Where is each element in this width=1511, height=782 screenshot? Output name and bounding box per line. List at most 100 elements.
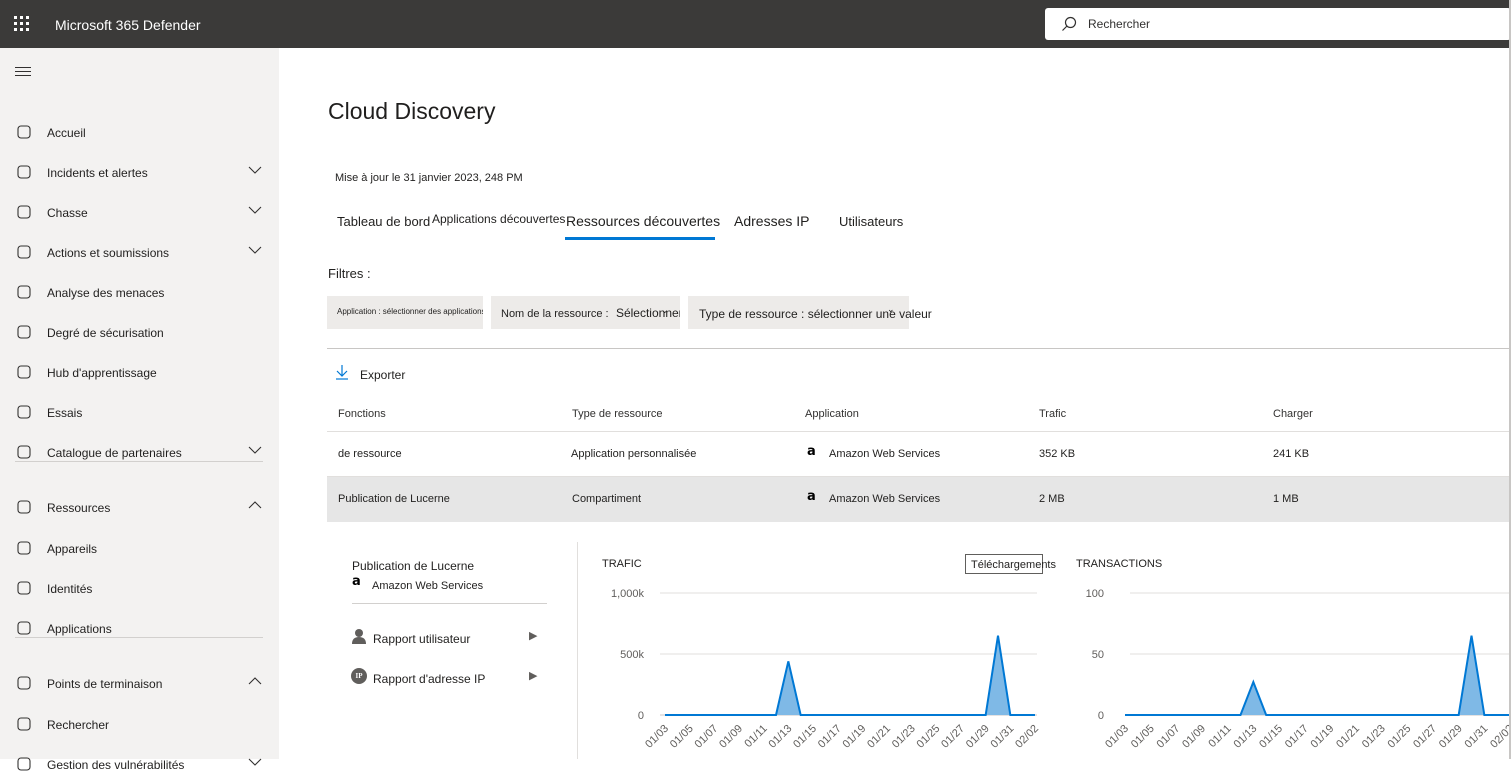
traffic-metric-dropdown[interactable]: Téléchargements [965, 554, 1043, 574]
x-tick-label: 02/02 [1488, 723, 1511, 751]
sidebar-item-label: Points de terminaison [47, 677, 162, 691]
chevron-down-icon[interactable] [248, 245, 262, 255]
x-tick-label: 02/02 [1013, 723, 1041, 751]
filter-resource-name[interactable]: Nom de la ressource : Sélectionner⌄ [491, 296, 680, 329]
ip-report-link[interactable]: IP Rapport d'adresse IP ▶ [351, 668, 541, 688]
cell-name: de ressource [338, 448, 402, 460]
traffic-chart: 0500k1,000k01/0301/0501/0701/0901/1101/1… [600, 580, 1050, 759]
table-row-selected[interactable]: Publication de Lucerne Compartiment a Am… [327, 477, 1511, 522]
tab-dashboard[interactable]: Tableau de bord [337, 214, 430, 229]
page-title: Cloud Discovery [328, 98, 495, 125]
filter-application[interactable]: Application : sélectionner des applicati… [327, 296, 483, 329]
cell-upload: 1 MB [1273, 493, 1299, 505]
hamburger-menu-icon[interactable] [15, 67, 31, 76]
sidebar-item-label: Degré de sécurisation [47, 326, 164, 340]
filter-resource-type-label: Type de ressource : sélectionner une val… [699, 307, 932, 321]
y-tick-label: 1,000k [611, 588, 645, 600]
app-launcher-icon[interactable] [14, 16, 30, 32]
active-tab-indicator [565, 237, 715, 240]
sidebar-item-applications[interactable]: Applications [0, 610, 279, 646]
sidebar-item-label: Appareils [47, 542, 97, 556]
traffic-chart-title: TRAFIC [602, 558, 642, 570]
tab-discovered-resources[interactable]: Ressources découvertes [566, 213, 720, 229]
cell-type: Compartiment [572, 493, 641, 505]
endpoints-icon [15, 674, 33, 692]
sidebar-item-catalogue-de-partenaires[interactable]: Catalogue de partenaires [0, 434, 279, 470]
sidebar-item-hub-d-apprentissage[interactable]: Hub d'apprentissage [0, 354, 279, 390]
filters-label: Filtres : [328, 266, 371, 281]
sidebar-item-degr-de-s-curisation[interactable]: Degré de sécurisation [0, 314, 279, 350]
divider [352, 603, 547, 604]
y-tick-label: 0 [638, 710, 644, 722]
trials-icon [15, 403, 33, 421]
app-title: Microsoft 365 Defender [55, 17, 201, 33]
search-input[interactable]: Rechercher [1045, 8, 1511, 40]
sidebar-item-appareils[interactable]: Appareils [0, 530, 279, 566]
user-icon [351, 628, 367, 644]
tab-users[interactable]: Utilisateurs [839, 214, 903, 229]
search-icon [15, 715, 33, 733]
last-updated: Mise à jour le 31 janvier 2023, 248 PM [335, 172, 523, 184]
sidebar-item-label: Catalogue de partenaires [47, 446, 182, 460]
cell-traffic: 352 KB [1039, 448, 1075, 460]
sidebar-item-identit-s[interactable]: Identités [0, 570, 279, 606]
chevron-up-icon[interactable] [248, 500, 262, 510]
x-tick-label: 01/13 [1232, 723, 1260, 751]
x-tick-label: 01/11 [1206, 723, 1233, 750]
x-tick-label: 01/29 [964, 723, 992, 751]
hunting-icon [15, 203, 33, 221]
sidebar-item-label: Essais [47, 406, 82, 420]
sidebar-item-actions-et-soumissions[interactable]: Actions et soumissions [0, 234, 279, 270]
tab-ip-addresses[interactable]: Adresses IP [734, 213, 809, 229]
column-header-traffic[interactable]: Trafic [1039, 408, 1066, 420]
home-icon [15, 123, 33, 141]
sidebar-item-accueil[interactable]: Accueil [0, 114, 279, 150]
user-report-link[interactable]: Rapport utilisateur ▶ [351, 628, 541, 648]
sidebar-item-essais[interactable]: Essais [0, 394, 279, 430]
sidebar-item-analyse-des-menaces[interactable]: Analyse des menaces [0, 274, 279, 310]
ip-report-label: Rapport d'adresse IP [373, 672, 485, 686]
sidebar-item-rechercher[interactable]: Rechercher [0, 706, 279, 742]
chevron-up-icon[interactable] [248, 676, 262, 686]
sidebar-item-ressources[interactable]: Ressources [0, 489, 279, 525]
x-tick-label: 01/19 [841, 723, 869, 751]
sidebar-item-label: Analyse des menaces [47, 286, 164, 300]
chevron-down-icon[interactable] [248, 445, 262, 455]
column-header-resource-type[interactable]: Type de ressource [572, 408, 663, 420]
chevron-down-icon[interactable] [248, 205, 262, 215]
chevron-down-icon[interactable] [248, 165, 262, 175]
shield-icon [15, 163, 33, 181]
sidebar: Accueil Incidents et alertes Chasse Actions… [0, 48, 279, 759]
x-tick-label: 01/15 [791, 723, 819, 751]
x-tick-label: 01/17 [816, 723, 844, 751]
transactions-chart: 05010001/0301/0501/0701/0901/1101/1301/1… [1070, 580, 1511, 759]
chevron-down-icon: ⌄ [887, 304, 895, 315]
table-row[interactable]: de ressource Application personnalisée a… [327, 432, 1511, 477]
person-icon [15, 579, 33, 597]
x-tick-label: 01/15 [1257, 723, 1285, 751]
sidebar-item-label: Gestion des vulnérabilités [47, 758, 184, 772]
sidebar-item-label: Chasse [47, 206, 88, 220]
sidebar-item-incidents-et-alertes[interactable]: Incidents et alertes [0, 154, 279, 190]
sidebar-item-label: Identités [47, 582, 92, 596]
x-tick-label: 01/23 [890, 723, 918, 751]
export-label: Exporter [360, 368, 405, 382]
sidebar-item-points-de-terminaison[interactable]: Points de terminaison [0, 665, 279, 701]
vulnerability-icon [15, 755, 33, 773]
ip-icon: IP [351, 668, 367, 684]
tab-discovered-apps[interactable]: Applications découvertes [432, 212, 565, 226]
y-tick-label: 0 [1098, 710, 1104, 722]
column-header-functions[interactable]: Fonctions [338, 408, 386, 420]
filter-resource-type[interactable]: Type de ressource : sélectionner une val… [688, 296, 909, 329]
x-tick-label: 01/09 [1180, 723, 1208, 751]
cell-app: Amazon Web Services [829, 448, 940, 460]
series-line [665, 636, 1035, 715]
sidebar-item-chasse[interactable]: Chasse [0, 194, 279, 230]
x-tick-label: 01/21 [1334, 723, 1362, 751]
sidebar-item-gestion-des-vuln-rabilit-s[interactable]: Gestion des vulnérabilités [0, 746, 279, 782]
sidebar-item-label: Actions et soumissions [47, 246, 169, 260]
cell-type: Application personnalisée [571, 448, 696, 460]
cell-traffic: 2 MB [1039, 493, 1065, 505]
column-header-application[interactable]: Application [805, 408, 859, 420]
column-header-upload[interactable]: Charger [1273, 408, 1313, 420]
